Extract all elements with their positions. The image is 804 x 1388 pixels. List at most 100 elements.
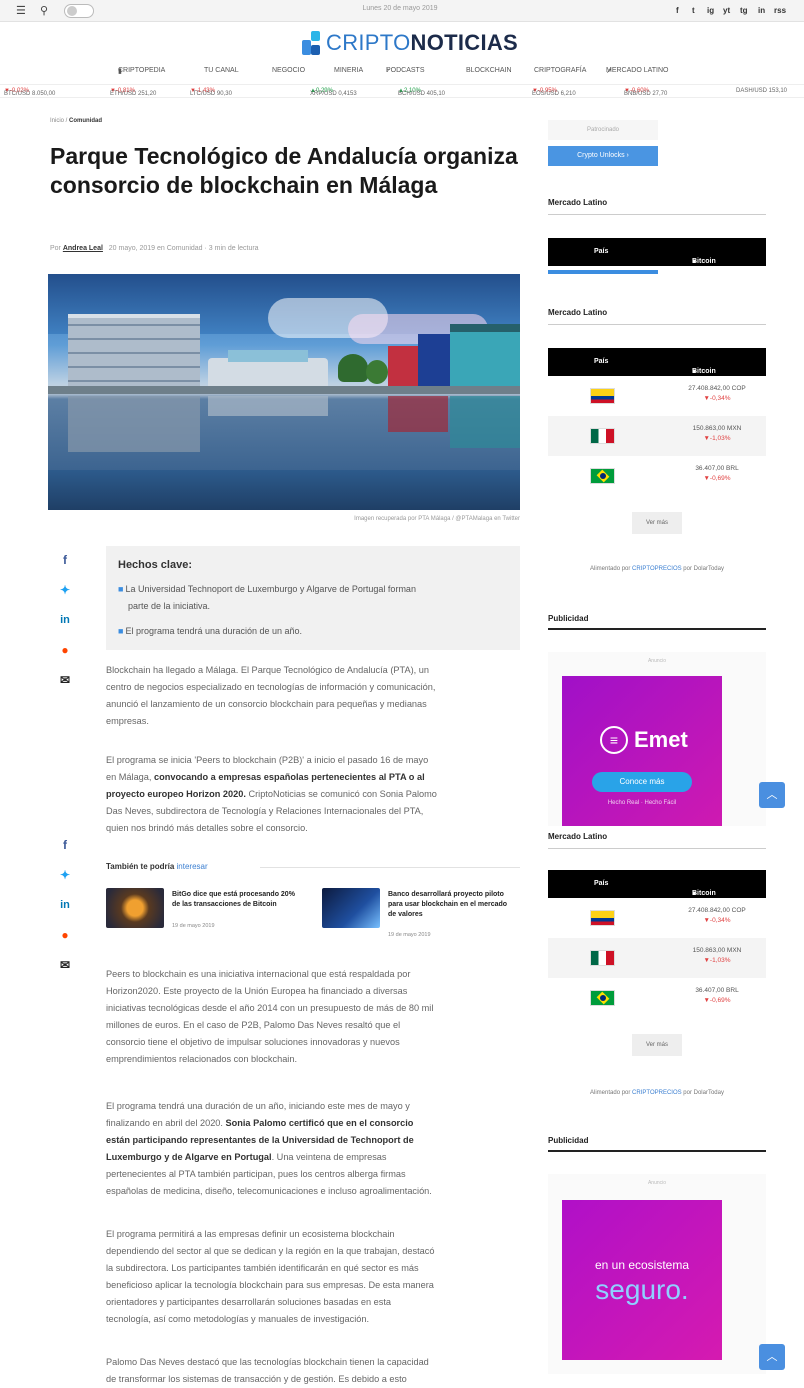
price: 27.408.842,00 COP bbox=[688, 907, 746, 914]
market-row[interactable]: 150.863,00 MXN ▼-1,03% bbox=[548, 938, 766, 978]
related-title[interactable]: BitGo dice que está procesando 20% de la… bbox=[172, 890, 300, 910]
scroll-top-button[interactable]: ︿ bbox=[759, 782, 785, 808]
ticker-text: BTC/USD 8.050,00 bbox=[4, 91, 56, 97]
related-thumbnail[interactable] bbox=[106, 888, 164, 928]
ad-ecosystem[interactable]: Anuncio en un ecosistema seguro. bbox=[548, 1174, 766, 1374]
current-date: Lunes 20 de mayo 2019 bbox=[362, 5, 438, 12]
instagram-icon[interactable]: ig bbox=[707, 4, 714, 18]
scroll-top-button[interactable]: ︿ bbox=[759, 1344, 785, 1370]
emet-logo-icon: ≡ bbox=[600, 726, 628, 754]
ad-emet[interactable]: Anuncio ≡ Emet Conoce más Hecho Real · H… bbox=[548, 652, 766, 826]
market-row[interactable]: 27.408.842,00 COP ▼-0,34% bbox=[548, 376, 766, 416]
note-text: Alimentado por bbox=[590, 1090, 633, 1096]
market-row[interactable]: 36.407,00 BRL ▼-0,69% bbox=[548, 978, 766, 1018]
ticker-item[interactable]: BCH/USD 405,10 ▲2,10% bbox=[398, 88, 445, 97]
byline-prefix: Por bbox=[50, 245, 63, 252]
brazil-flag-icon bbox=[590, 468, 615, 484]
related-title[interactable]: Banco desarrollará proyecto piloto para … bbox=[388, 890, 516, 920]
related-thumbnail[interactable] bbox=[322, 888, 380, 928]
ticker-item[interactable]: BTC/USD 8.050,00 ▼-0,02% bbox=[4, 88, 55, 97]
ad-section-title: Publicidad bbox=[548, 1136, 589, 1145]
note-text: por DolarToday bbox=[681, 1090, 724, 1096]
paragraph-line: orientadores y participantes desarrollar… bbox=[106, 1297, 391, 1307]
ticker-item[interactable]: LTC/USD 90,30 ▼-1,43% bbox=[190, 88, 232, 97]
email-share-icon[interactable]: ✉ bbox=[58, 958, 72, 972]
colombia-flag-icon bbox=[590, 388, 615, 404]
ad-creative: en un ecosistema seguro. bbox=[562, 1200, 722, 1360]
note-text: por DolarToday bbox=[681, 566, 724, 572]
reddit-share-icon[interactable]: ● bbox=[58, 928, 72, 942]
nav-item-criptografia[interactable]: CRIPTOGRAFÍA bbox=[534, 67, 586, 74]
tab-pais[interactable]: País bbox=[594, 880, 608, 887]
author-link[interactable]: Andrea Leal bbox=[63, 245, 103, 252]
ticker-item[interactable]: XRP/USD 0,4153 ▲0,29% bbox=[310, 88, 357, 97]
mexico-flag-icon bbox=[590, 428, 615, 444]
line-text: en Málaga, bbox=[106, 772, 155, 782]
criptoprecios-link[interactable]: CRIPTOPRECIOS bbox=[632, 1090, 682, 1096]
logo-text-bold: NOTICIAS bbox=[410, 30, 519, 55]
search-icon[interactable]: ⚲ bbox=[40, 3, 48, 19]
market-value: 27.408.842,00 COP ▼-0,34% bbox=[674, 906, 760, 926]
nav-item-negocio[interactable]: NEGOCIO bbox=[272, 67, 305, 74]
theme-toggle[interactable] bbox=[64, 4, 94, 18]
tab-label: Bitcoin bbox=[692, 368, 716, 375]
paragraph-line: Horizon2020. Este proyecto de la Unión E… bbox=[106, 986, 408, 996]
linkedin-share-icon[interactable]: in bbox=[58, 898, 72, 912]
divider bbox=[548, 848, 766, 849]
ticker-item[interactable]: ETH/USD 251,20 ▼-0,81% bbox=[110, 88, 156, 97]
logo-mark-icon bbox=[302, 31, 320, 55]
byline: Por Andrea Leal 20 mayo, 2019 en Comunid… bbox=[50, 245, 259, 252]
tab-pais[interactable]: País bbox=[594, 248, 608, 255]
nav-item-blockchain[interactable]: BLOCKCHAIN bbox=[466, 67, 512, 74]
key-facts-box: Hechos clave: ■ La Universidad Technoport… bbox=[106, 546, 520, 650]
ticker-item[interactable]: EOS/USD 6,210 ▼-0,95% bbox=[532, 88, 576, 97]
nav-item-mineria[interactable]: MINERIA bbox=[334, 67, 363, 74]
email-share-icon[interactable]: ✉ bbox=[58, 673, 72, 687]
breadcrumb-section[interactable]: Comunidad bbox=[69, 118, 102, 124]
line-bold: Sonia Palomo certificó que en el consorc… bbox=[225, 1118, 414, 1128]
chevron-up-icon: ︿ bbox=[766, 1351, 778, 1363]
ad-cta-button[interactable]: Conoce más bbox=[592, 772, 692, 792]
powered-by-note: Alimentado por CRIPTOPRECIOS por DolarTo… bbox=[548, 1090, 766, 1096]
ticker-item[interactable]: DASH/USD 153,10 bbox=[736, 88, 787, 94]
paragraph-line: Luxemburgo y de Algarve en Portugal. Una… bbox=[106, 1149, 522, 1166]
market-title: Mercado Latino bbox=[548, 832, 608, 841]
mexico-flag-icon bbox=[590, 950, 615, 966]
site-logo[interactable]: CRIPTONOTICIAS bbox=[302, 30, 518, 56]
related-link[interactable]: interesar bbox=[177, 862, 208, 871]
market-row[interactable]: 150.863,00 MXN ▼-1,03% bbox=[548, 416, 766, 456]
twitter-share-icon[interactable]: ✦ bbox=[58, 583, 72, 597]
breadcrumb-home[interactable]: Inicio bbox=[50, 118, 64, 124]
menu-icon[interactable]: ☰ bbox=[16, 3, 26, 19]
line-text: finalizando en abril del 2020. bbox=[106, 1118, 226, 1128]
ad-brand: Emet bbox=[634, 727, 688, 752]
twitter-icon[interactable]: t bbox=[692, 4, 695, 18]
article-paragraph: El programa se inicia 'Peers to blockcha… bbox=[106, 752, 522, 837]
ticker-item[interactable]: BNB/USD 27,70 ▼-0,60% bbox=[624, 88, 667, 97]
twitter-share-icon[interactable]: ✦ bbox=[58, 868, 72, 882]
telegram-icon[interactable]: tg bbox=[740, 4, 748, 18]
rss-icon[interactable]: rss bbox=[774, 4, 786, 18]
market-row[interactable]: 27.408.842,00 COP ▼-0,34% bbox=[548, 898, 766, 938]
price-change: ▼-0,69% bbox=[703, 997, 731, 1004]
linkedin-share-icon[interactable]: in bbox=[58, 613, 72, 627]
market-value: 27.408.842,00 COP ▼-0,34% bbox=[674, 384, 760, 404]
article-paragraph: El programa permitirá a las empresas def… bbox=[106, 1226, 522, 1328]
reddit-share-icon[interactable]: ● bbox=[58, 643, 72, 657]
youtube-icon[interactable]: yt bbox=[723, 4, 730, 18]
see-more-button[interactable]: Ver más bbox=[632, 1034, 682, 1056]
linkedin-icon[interactable]: in bbox=[758, 4, 765, 18]
criptoprecios-link[interactable]: CRIPTOPRECIOS bbox=[632, 566, 682, 572]
tab-pais[interactable]: País bbox=[594, 358, 608, 365]
market-row[interactable]: 36.407,00 BRL ▼-0,69% bbox=[548, 456, 766, 496]
divider bbox=[548, 324, 766, 325]
market-value: 36.407,00 BRL ▼-0,69% bbox=[674, 986, 760, 1006]
facebook-share-icon[interactable]: f bbox=[58, 838, 72, 852]
crypto-unlocks-button[interactable]: Crypto Unlocks › bbox=[548, 146, 658, 166]
line-bold: están participando representantes de la … bbox=[106, 1135, 414, 1145]
facebook-icon[interactable]: f bbox=[676, 4, 679, 18]
market-header: País ● Bitcoin bbox=[548, 238, 766, 266]
facebook-share-icon[interactable]: f bbox=[58, 553, 72, 567]
see-more-button[interactable]: Ver más bbox=[632, 512, 682, 534]
nav-item-tu-canal[interactable]: TU CANAL bbox=[204, 67, 239, 74]
